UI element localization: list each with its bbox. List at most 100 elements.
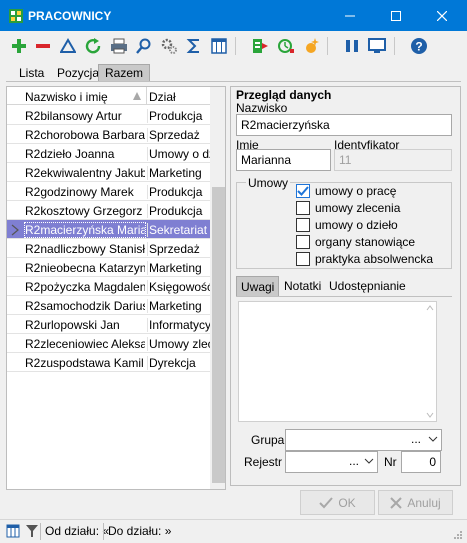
uwagi-textarea[interactable] [238, 301, 437, 422]
imie-field[interactable]: Marianna [236, 149, 331, 171]
checkbox-label: umowy zlecenia [315, 201, 401, 215]
split-view-button[interactable] [342, 36, 362, 56]
cell-dept: Sprzedaż [147, 242, 211, 256]
checkbox[interactable] [296, 218, 310, 232]
checkbox[interactable] [296, 184, 310, 198]
tab-lista[interactable]: Lista [12, 64, 51, 81]
ok-button[interactable]: OK [300, 490, 375, 515]
cell-name: R2chorobowa Barbara [25, 128, 145, 142]
cell-name: R2samochodzik Dariusz [25, 299, 145, 313]
table-row[interactable]: R2samochodzik Dariusz Marketing [7, 296, 211, 315]
minus-icon [36, 44, 50, 48]
grid-view-icon[interactable] [6, 524, 20, 538]
add-button[interactable] [9, 36, 29, 56]
cell-name: R2godzinowy Marek [25, 185, 134, 199]
close-button[interactable] [419, 0, 465, 31]
filter-icon[interactable] [25, 524, 39, 538]
umowy-checkbox-item[interactable]: organy stanowiące [296, 234, 446, 250]
help-icon: ? [411, 38, 427, 54]
scroll-up-icon [426, 305, 434, 311]
employee-grid[interactable]: Nazwisko i imię Dział R2bilansowy Artur P… [6, 86, 226, 490]
edit-button[interactable] [58, 36, 78, 56]
table-row[interactable]: R2urlopowski Jan Informatycy [7, 315, 211, 334]
table-row[interactable]: R2bilansowy Artur Produkcja [7, 106, 211, 125]
column-header-name[interactable]: Nazwisko i imię [25, 90, 108, 104]
delete-button[interactable] [33, 36, 53, 56]
print-button[interactable] [109, 36, 129, 56]
umowy-checkbox-item[interactable]: umowy zlecenia [296, 200, 446, 216]
subtab-notatki[interactable]: Notatki [280, 276, 325, 296]
header-separator [146, 87, 147, 105]
grupa-combo[interactable]: ... [285, 429, 442, 451]
wizard-button[interactable] [301, 36, 321, 56]
checkbox[interactable] [296, 201, 310, 215]
checkmark-icon [297, 186, 309, 196]
cell-name: R2macierzyńska Marianna [24, 222, 146, 238]
table-row[interactable]: R2chorobowa Barbara Sprzedaż [7, 125, 211, 144]
table-row[interactable]: R2dzieło Joanna Umowy o dzieło [7, 144, 211, 163]
do-dzialu-status[interactable]: Do działu: » [108, 524, 171, 538]
cell-dept: Dyrekcja [147, 356, 211, 370]
grid-scrollbar[interactable] [210, 87, 225, 489]
chevron-down-icon [364, 458, 374, 464]
identyfikator-field: 11 [334, 149, 452, 171]
table-row[interactable]: R2zleceniowiec AleksanderUmowy zlecenia [7, 334, 211, 353]
refresh-button[interactable] [83, 36, 103, 56]
cell-dept: Marketing [147, 261, 211, 275]
cell-dept: Sprzedaż [147, 128, 211, 142]
export-button[interactable] [250, 36, 270, 56]
rejestr-combo[interactable]: ... [285, 451, 378, 473]
screen-button[interactable] [367, 36, 387, 56]
nazwisko-field[interactable]: R2macierzyńska [236, 114, 452, 136]
table-row[interactable]: R2nieobecna Katarzyna Marketing [7, 258, 211, 277]
nr-field[interactable]: 0 [401, 451, 441, 473]
checkbox[interactable] [296, 235, 310, 249]
cell-dept: Umowy o dzieło [147, 147, 211, 161]
refresh-icon [85, 38, 101, 54]
umowy-checkbox-item[interactable]: umowy o dzieło [296, 217, 446, 233]
cell-dept: Marketing [147, 166, 211, 180]
column-header-dept[interactable]: Dział [149, 90, 176, 104]
cell-dept: Produkcja [147, 109, 211, 123]
search-button[interactable] [134, 36, 154, 56]
table-row[interactable]: R2macierzyńska MariannaSekretariat [7, 220, 211, 239]
resize-grip-icon[interactable] [453, 530, 463, 540]
status-separator-2 [103, 523, 104, 540]
minimize-button[interactable] [327, 0, 373, 31]
help-button[interactable]: ? [409, 36, 429, 56]
cancel-label: Anuluj [407, 495, 441, 510]
settings-button[interactable] [159, 36, 179, 56]
status-bar: Od działu: « Do działu: » [0, 519, 467, 543]
cancel-button[interactable]: Anuluj [378, 490, 453, 515]
status-separator [40, 523, 41, 540]
gears-icon [161, 38, 177, 54]
table-row[interactable]: R2nadliczbowy StanisławSprzedaż [7, 239, 211, 258]
maximize-button[interactable] [373, 0, 419, 31]
umowy-label: Umowy [246, 176, 291, 190]
umowy-checkbox-item[interactable]: praktyka absolwencka [296, 251, 446, 267]
scrollbar-thumb[interactable] [212, 187, 225, 483]
checkbox[interactable] [296, 252, 310, 266]
table-row[interactable]: R2godzinowy Marek Produkcja [7, 182, 211, 201]
cell-name: R2zuspodstawa Kamil [25, 356, 144, 370]
table-row[interactable]: R2zuspodstawa Kamil Dyrekcja [7, 353, 211, 372]
details-panel: Przegląd danych Nazwisko R2macierzyńska … [230, 86, 461, 486]
tab-razem[interactable]: Razem [98, 64, 151, 81]
plus-icon [12, 39, 26, 53]
table-row[interactable]: R2kosztowy Grzegorz Produkcja [7, 201, 211, 220]
table-row[interactable]: R2pożyczka Magdalena Księgowość [7, 277, 211, 296]
umowy-checkbox-item[interactable]: umowy o pracę [296, 183, 446, 199]
columns-button[interactable] [209, 36, 229, 56]
subtab-udostepnianie[interactable]: Udostępnianie [325, 276, 410, 296]
history-button[interactable] [276, 36, 296, 56]
grid-header: Nazwisko i imię Dział [7, 87, 213, 105]
cell-name: R2urlopowski Jan [25, 318, 120, 332]
sigma-icon [186, 39, 199, 53]
table-row[interactable]: R2ekwiwalentny Jakub Marketing [7, 163, 211, 182]
window-title: PRACOWNICY [28, 9, 112, 23]
cell-dept: Sekretariat [147, 223, 211, 237]
row-indicator-icon [11, 224, 19, 236]
od-dzialu-status[interactable]: Od działu: « [45, 524, 109, 538]
sum-button[interactable] [184, 36, 204, 56]
subtab-uwagi[interactable]: Uwagi [236, 276, 280, 296]
